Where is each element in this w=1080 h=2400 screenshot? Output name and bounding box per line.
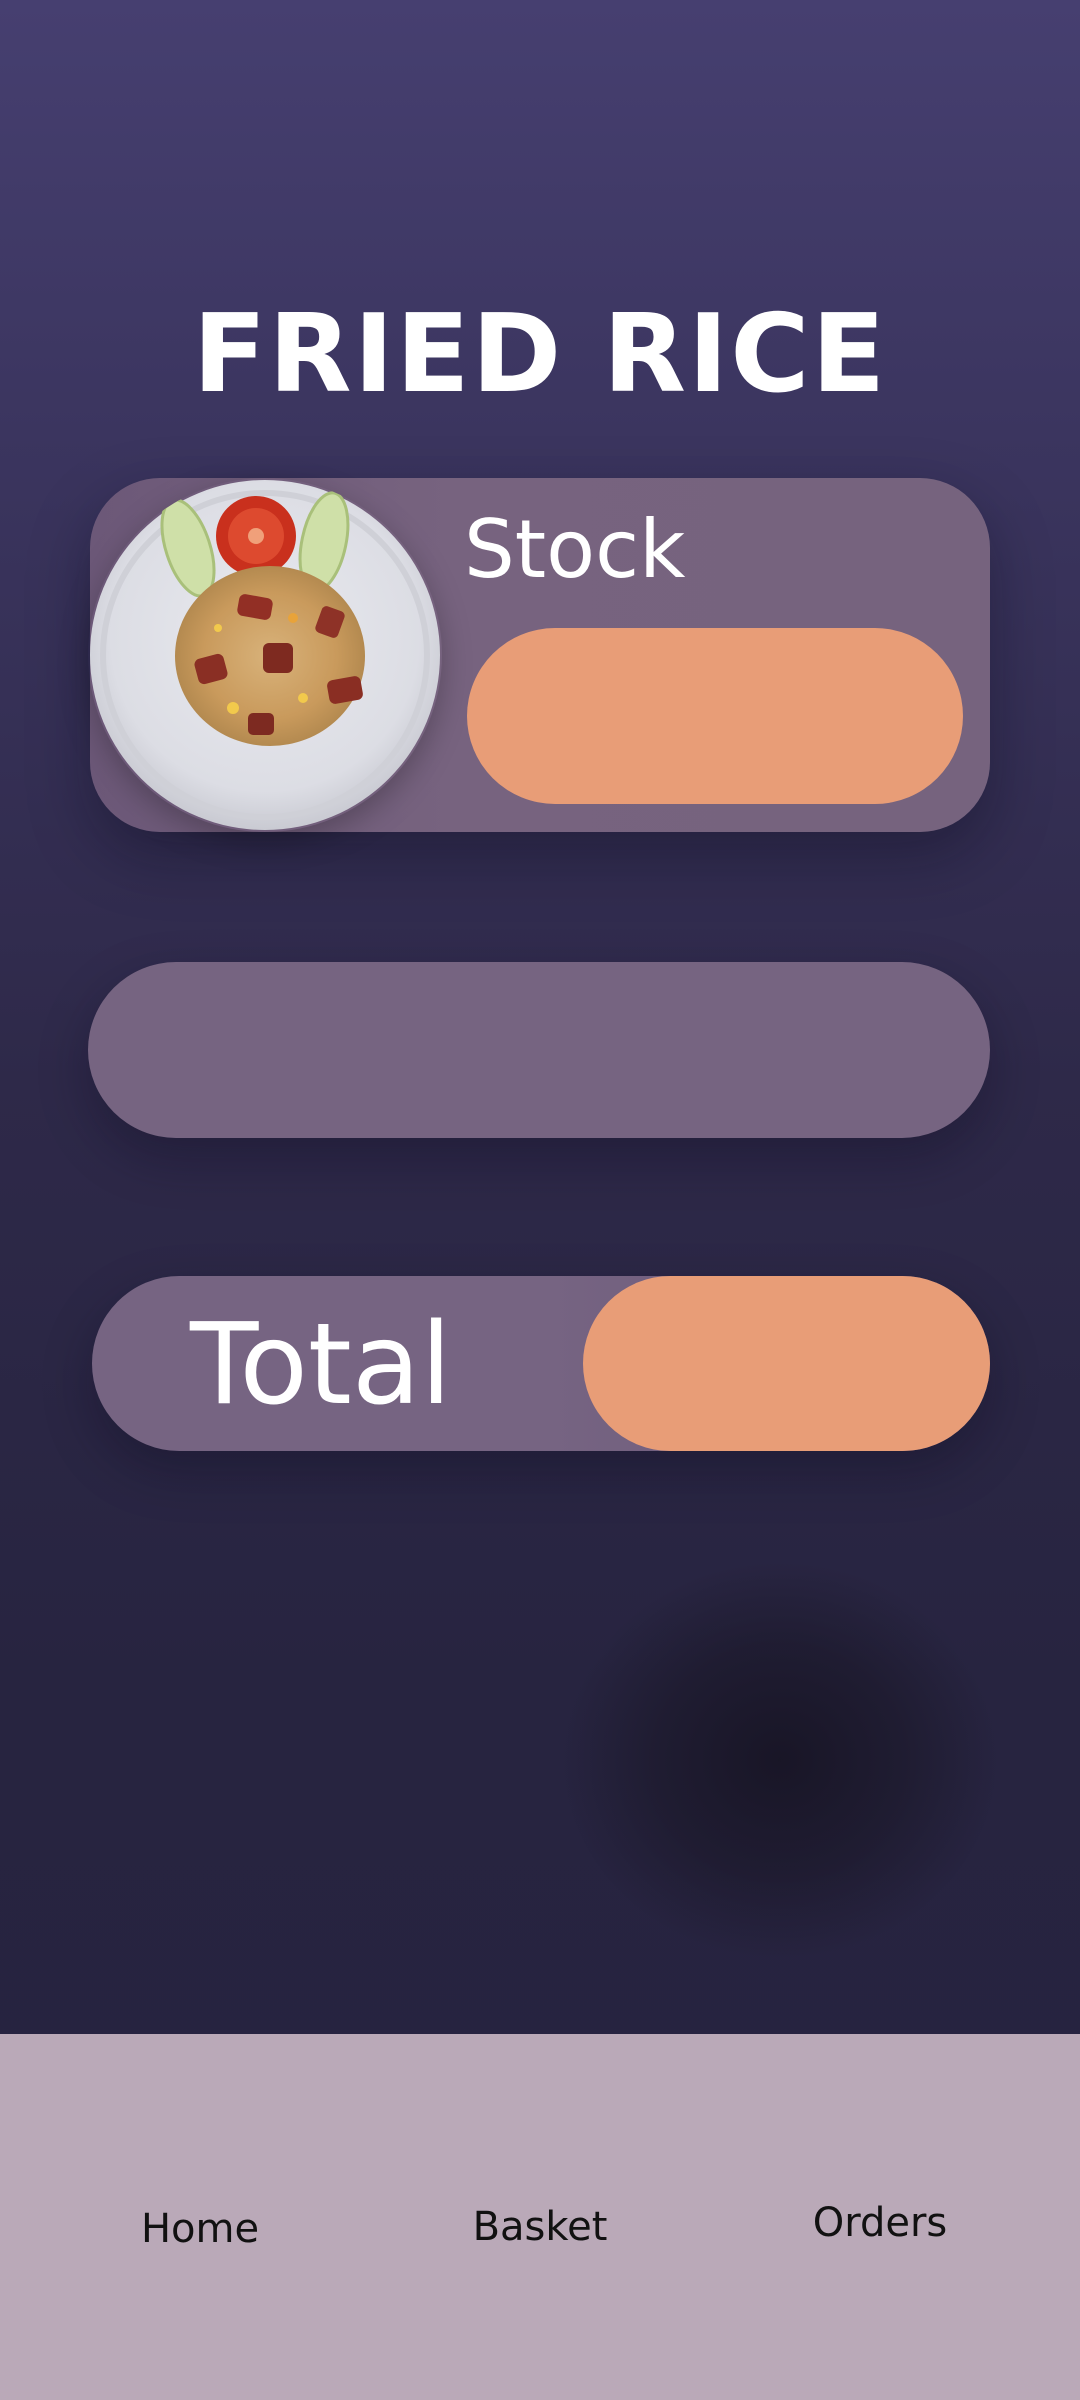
fried-rice-image [88, 478, 442, 832]
stock-label: Stock [464, 503, 686, 596]
quantity-field[interactable] [88, 962, 990, 1138]
nav-basket[interactable]: Basket [440, 2202, 640, 2252]
nav-home[interactable]: Home [100, 2204, 300, 2254]
nav-orders[interactable]: Orders [780, 2198, 980, 2248]
background-shadow [560, 1560, 1000, 1960]
page-title: FRIED RICE [192, 292, 888, 417]
stock-value-field[interactable] [467, 628, 963, 804]
total-label: Total [190, 1300, 452, 1430]
total-value-field[interactable] [583, 1276, 990, 1451]
